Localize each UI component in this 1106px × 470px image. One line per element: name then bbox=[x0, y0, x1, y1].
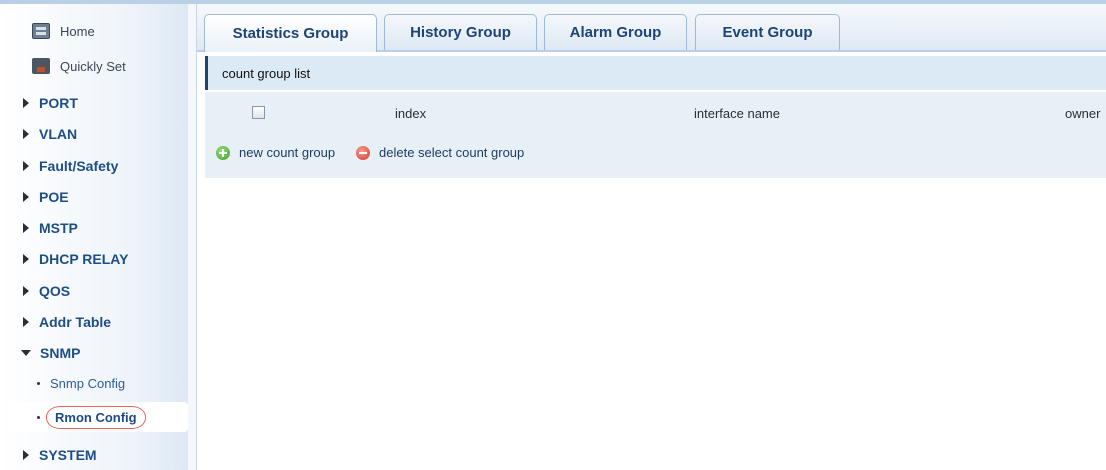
tab-label: Event Group bbox=[722, 24, 813, 41]
chevron-right-icon bbox=[23, 317, 29, 327]
sidebar-menu-label: Fault/Safety bbox=[39, 158, 119, 174]
new-count-group-label: new count group bbox=[239, 145, 336, 160]
sidebar-menu-system[interactable]: SYSTEM bbox=[0, 440, 188, 470]
tab-alarm-group[interactable]: Alarm Group bbox=[544, 14, 687, 50]
sidebar-item-label: Home bbox=[60, 23, 95, 39]
sidebar-border bbox=[196, 4, 197, 470]
sidebar-item-label: Quickly Set bbox=[60, 58, 126, 74]
sidebar-menu-mstp[interactable]: MSTP bbox=[0, 213, 188, 243]
sidebar-menu-poe[interactable]: POE bbox=[0, 182, 188, 212]
tab-statistics-group[interactable]: Statistics Group bbox=[204, 14, 377, 52]
chevron-right-icon bbox=[23, 286, 29, 296]
section-title-bar: count group list bbox=[205, 56, 1106, 90]
sidebar-menu-label: SYSTEM bbox=[39, 447, 97, 463]
sidebar-item-snmp-config[interactable]: Snmp Config bbox=[0, 368, 188, 398]
tab-label: Statistics Group bbox=[232, 25, 349, 42]
quick-set-icon bbox=[32, 58, 50, 74]
sidebar-menu-label: VLAN bbox=[39, 126, 78, 142]
sidebar-item-label: Rmon Config bbox=[46, 405, 146, 429]
sidebar-menu-addr-table[interactable]: Addr Table bbox=[0, 307, 188, 337]
sidebar-menu-label: DHCP RELAY bbox=[39, 251, 129, 267]
sidebar-splitter bbox=[188, 4, 196, 470]
chevron-right-icon bbox=[23, 192, 29, 202]
sidebar: Home Quickly Set PORT VLAN Fault/Safety … bbox=[0, 4, 188, 470]
chevron-down-icon bbox=[21, 350, 31, 356]
new-count-group-button[interactable]: new count group bbox=[216, 145, 335, 160]
sidebar-item-rmon-config[interactable]: Rmon Config bbox=[8, 402, 188, 432]
add-icon bbox=[216, 145, 230, 160]
sidebar-menu-port[interactable]: PORT bbox=[0, 88, 188, 118]
column-header-owner: owner bbox=[1065, 106, 1101, 121]
sidebar-item-home[interactable]: Home bbox=[0, 16, 188, 46]
sidebar-menu-dhcp-relay[interactable]: DHCP RELAY bbox=[0, 244, 188, 274]
chevron-right-icon bbox=[23, 161, 29, 171]
sidebar-menu-label: SNMP bbox=[40, 345, 81, 361]
tab-history-group[interactable]: History Group bbox=[384, 14, 537, 50]
chevron-right-icon bbox=[23, 98, 29, 108]
sidebar-menu-vlan[interactable]: VLAN bbox=[0, 119, 188, 149]
sidebar-menu-snmp[interactable]: SNMP bbox=[0, 338, 188, 368]
section-title: count group list bbox=[222, 65, 311, 81]
sidebar-menu-fault-safety[interactable]: Fault/Safety bbox=[0, 151, 188, 181]
count-group-table: index interface name owner bbox=[205, 92, 1106, 178]
sidebar-menu-qos[interactable]: QOS bbox=[0, 276, 188, 306]
bullet-icon bbox=[37, 381, 40, 385]
bullet-icon bbox=[37, 415, 40, 419]
delete-count-group-label: delete select count group bbox=[379, 145, 525, 160]
chevron-right-icon bbox=[23, 223, 29, 233]
tab-label: History Group bbox=[410, 24, 511, 41]
delete-count-group-button[interactable]: delete select count group bbox=[356, 145, 524, 160]
tab-event-group[interactable]: Event Group bbox=[695, 14, 840, 50]
chevron-right-icon bbox=[23, 450, 29, 460]
sidebar-menu-label: Addr Table bbox=[39, 314, 112, 330]
sidebar-menu-label: PORT bbox=[39, 95, 78, 111]
sidebar-menu-label: MSTP bbox=[39, 220, 78, 236]
column-header-index: index bbox=[395, 106, 427, 121]
sidebar-item-label: Snmp Config bbox=[50, 375, 126, 391]
tab-label: Alarm Group bbox=[569, 24, 662, 41]
sidebar-item-quickly-set[interactable]: Quickly Set bbox=[0, 51, 188, 81]
sidebar-menu-label: POE bbox=[39, 189, 69, 205]
column-header-interface-name: interface name bbox=[694, 106, 780, 121]
sidebar-menu-label: QOS bbox=[39, 283, 71, 299]
home-icon bbox=[32, 23, 50, 39]
select-all-checkbox[interactable] bbox=[252, 106, 265, 119]
delete-icon bbox=[356, 145, 370, 160]
chevron-right-icon bbox=[23, 129, 29, 139]
chevron-right-icon bbox=[23, 254, 29, 264]
